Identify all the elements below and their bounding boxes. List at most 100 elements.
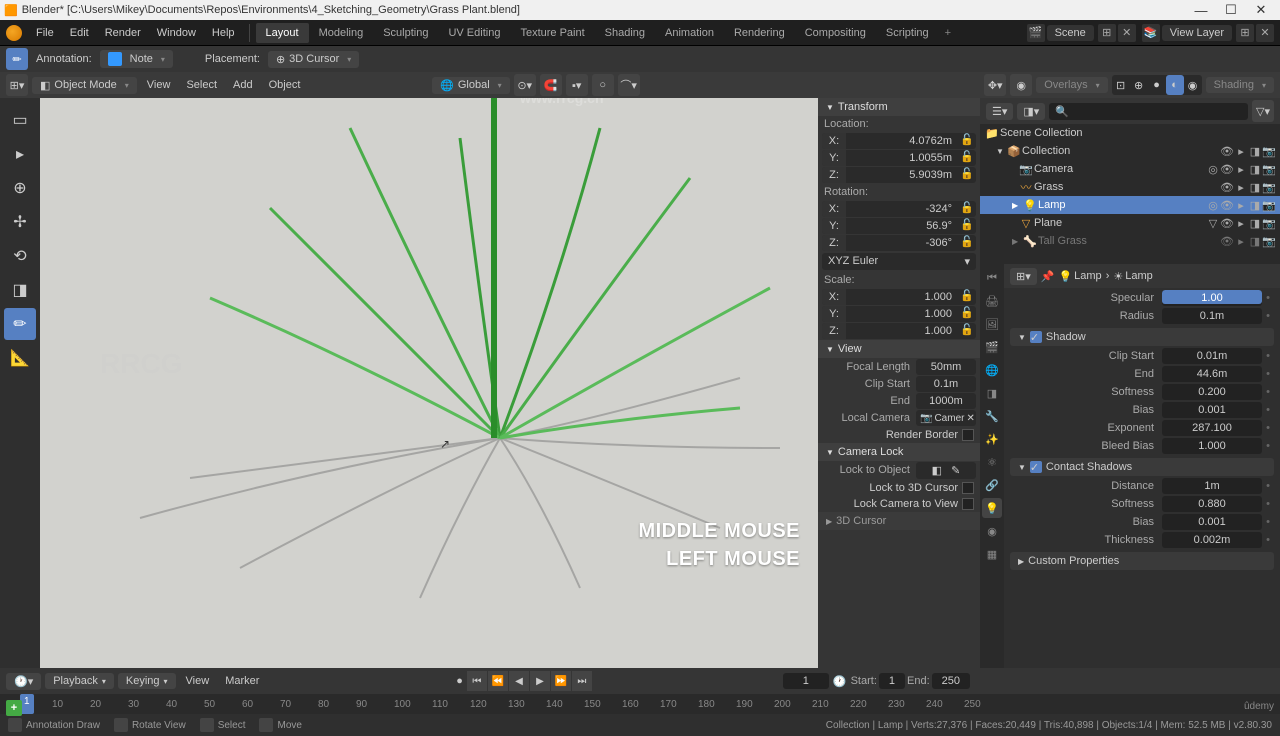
workspace-uv-editing[interactable]: UV Editing <box>438 23 510 43</box>
timeline-marker-menu[interactable]: Marker <box>219 675 265 687</box>
clip-end-field[interactable]: 1000m <box>916 393 976 409</box>
end-frame-field[interactable]: 250 <box>932 673 970 689</box>
delete-viewlayer-button[interactable]: ✕ <box>1256 24 1274 42</box>
scene-selector[interactable]: Scene <box>1047 25 1094 41</box>
outliner-search[interactable]: 🔍 <box>1049 103 1248 120</box>
shading-mode-pills[interactable]: ⊡ ⊕ ● ◐ ◉ <box>1112 75 1202 95</box>
menu-edit[interactable]: Edit <box>62 27 97 39</box>
outliner-lamp[interactable]: ▶💡Lamp◎👁▸◨📷 <box>980 196 1280 214</box>
local-camera-field[interactable]: 📷Camer✕ <box>916 410 976 426</box>
outliner-display-mode[interactable]: ◨▾ <box>1017 103 1045 120</box>
overlays-dropdown[interactable]: Overlays▾ <box>1036 77 1107 93</box>
transform-panel-header[interactable]: ▼Transform <box>818 98 980 116</box>
jump-end[interactable]: ⏭ <box>572 671 592 691</box>
render-border-checkbox[interactable]: Render Border <box>818 427 980 443</box>
keyframe-next[interactable]: ⏩ <box>551 671 571 691</box>
workspace-shading[interactable]: Shading <box>595 23 655 43</box>
annotate-tool[interactable]: ✏ <box>4 308 36 340</box>
placement-dropdown[interactable]: ⊕ 3D Cursor▾ <box>268 51 359 68</box>
rendered-shading[interactable]: ◉ <box>1184 75 1202 95</box>
prop-tab-constraints[interactable]: 🔗 <box>982 475 1002 495</box>
shadow-bleed-bias[interactable]: 1.000 <box>1162 438 1262 454</box>
radius-field[interactable]: 0.1m <box>1162 308 1262 324</box>
play-reverse[interactable]: ◀ <box>509 671 529 691</box>
gizmo-dropdown[interactable]: ✥▾ <box>984 74 1006 96</box>
shadow-bias[interactable]: 0.001 <box>1162 402 1262 418</box>
scale-z[interactable]: Z:1.000🔓 <box>822 323 976 339</box>
add-corner-button[interactable]: + <box>6 700 22 716</box>
specular-slider[interactable]: 1.00 <box>1162 290 1262 306</box>
rotate-tool[interactable]: ✢ <box>4 206 36 238</box>
contact-shadows-header[interactable]: ▼✓Contact Shadows <box>1010 458 1274 476</box>
timeline-ruler[interactable]: 1 10 20 30 40 50 60 70 80 90 100 110 120… <box>0 694 1280 714</box>
location-x[interactable]: X:4.0762m🔓 <box>822 133 976 149</box>
prop-tab-object[interactable]: ◨ <box>982 383 1002 403</box>
prop-tab-texture[interactable]: ▦ <box>982 544 1002 564</box>
outliner-camera[interactable]: 📷Camera◎👁▸◨📷 <box>980 160 1280 178</box>
scene-collection-row[interactable]: 📁Scene Collection <box>980 124 1280 142</box>
shadow-clip-end[interactable]: 44.6m <box>1162 366 1262 382</box>
orientation-dropdown[interactable]: 🌐 Global▾ <box>432 77 510 94</box>
location-y[interactable]: Y:1.0055m🔓 <box>822 150 976 166</box>
view-panel-header[interactable]: ▼View <box>818 340 980 358</box>
editor-type-dropdown[interactable]: ⊞▾ <box>6 74 28 96</box>
playhead[interactable]: 1 <box>20 694 34 714</box>
lock-object-field[interactable]: ◧ ✎ <box>916 462 976 479</box>
playback-dropdown[interactable]: Playback▾ <box>45 673 114 689</box>
outliner-plane[interactable]: ▽Plane▽👁▸◨📷 <box>980 214 1280 232</box>
scale-tool[interactable]: ⟲ <box>4 240 36 272</box>
shadow-softness[interactable]: 0.200 <box>1162 384 1262 400</box>
add-workspace-button[interactable]: + <box>939 27 957 39</box>
shadow-clip-start[interactable]: 0.01m <box>1162 348 1262 364</box>
workspace-animation[interactable]: Animation <box>655 23 724 43</box>
snap-dropdown[interactable]: ▪▾ <box>566 74 588 96</box>
lookdev-shading[interactable]: ◐ <box>1166 75 1184 95</box>
workspace-modeling[interactable]: Modeling <box>309 23 374 43</box>
outliner-tall-grass[interactable]: ▶🦴Tall Grass👁▸◨📷 <box>980 232 1280 250</box>
collection-row[interactable]: ▼📦Collection👁▸◨📷 <box>980 142 1280 160</box>
delete-scene-button[interactable]: ✕ <box>1118 24 1136 42</box>
start-frame-field[interactable]: 1 <box>879 673 905 689</box>
add-menu[interactable]: Add <box>227 79 259 91</box>
workspace-compositing[interactable]: Compositing <box>795 23 876 43</box>
workspace-texture-paint[interactable]: Texture Paint <box>510 23 594 43</box>
location-z[interactable]: Z:5.9039m🔓 <box>822 167 976 183</box>
scale-x[interactable]: X:1.000🔓 <box>822 289 976 305</box>
workspace-sculpting[interactable]: Sculpting <box>373 23 438 43</box>
outliner-grass[interactable]: 〰Grass👁▸◨📷 <box>980 178 1280 196</box>
lock-to-cursor-checkbox[interactable]: Lock to 3D Cursor <box>818 480 980 496</box>
scale-y[interactable]: Y:1.000🔓 <box>822 306 976 322</box>
menu-help[interactable]: Help <box>204 27 243 39</box>
select-menu[interactable]: Select <box>180 79 223 91</box>
prop-tab-modifiers[interactable]: 🔧 <box>982 406 1002 426</box>
keyframe-prev[interactable]: ⏪ <box>488 671 508 691</box>
menu-window[interactable]: Window <box>149 27 204 39</box>
view-menu[interactable]: View <box>141 79 177 91</box>
annotation-color-swatch[interactable] <box>108 52 122 66</box>
custom-props-header[interactable]: ▶Custom Properties <box>1010 552 1274 570</box>
wireframe-shading[interactable]: ⊕ <box>1130 75 1148 95</box>
move-tool[interactable]: ⊕ <box>4 172 36 204</box>
cs-distance[interactable]: 1m <box>1162 478 1262 494</box>
measure-tool[interactable]: 📐 <box>4 342 36 374</box>
3d-viewport[interactable]: ↗ MIDDLE MOUSE LEFT MOUSE RRCG www.rrcg.… <box>40 98 818 668</box>
select-tool[interactable]: ▭ <box>4 104 36 136</box>
prop-tab-output[interactable]: 🖨 <box>982 291 1002 311</box>
solid-shading[interactable]: ● <box>1148 75 1166 95</box>
properties-editor-dropdown[interactable]: ⊞▾ <box>1010 268 1037 285</box>
shadow-exponent[interactable]: 287.100 <box>1162 420 1262 436</box>
prop-tab-world[interactable]: 🌐 <box>982 360 1002 380</box>
outliner-filter[interactable]: ▽▾ <box>1252 100 1274 122</box>
rotation-mode-dropdown[interactable]: XYZ Euler▾ <box>822 253 976 270</box>
timeline-editor-dropdown[interactable]: 🕐▾ <box>6 673 41 690</box>
prop-tab-material[interactable]: ◉ <box>982 521 1002 541</box>
overlays-toggle[interactable]: ◉ <box>1010 74 1032 96</box>
menu-render[interactable]: Render <box>97 27 149 39</box>
play-forward[interactable]: ▶ <box>530 671 550 691</box>
workspace-layout[interactable]: Layout <box>256 23 309 43</box>
outliner-editor-dropdown[interactable]: ☰▾ <box>986 103 1013 120</box>
clip-start-field[interactable]: 0.1m <box>916 376 976 392</box>
xray-toggle[interactable]: ⊡ <box>1112 75 1130 95</box>
pin-icon[interactable]: 📌 <box>1041 270 1055 283</box>
rotation-z[interactable]: Z:-306°🔓 <box>822 235 976 251</box>
